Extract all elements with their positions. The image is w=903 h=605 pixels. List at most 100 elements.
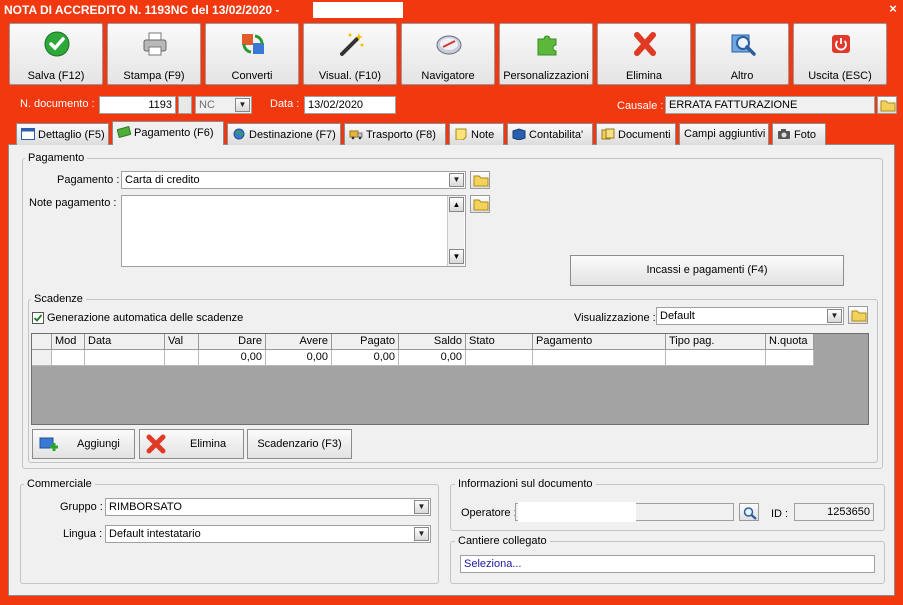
scroll-down-icon[interactable]: ▼: [449, 249, 464, 264]
navigatore-button[interactable]: Navigatore: [401, 23, 495, 85]
id-label: ID :: [771, 508, 789, 520]
note-pagamento-textarea[interactable]: [121, 195, 466, 267]
aggiungi-button[interactable]: Aggiungi: [32, 429, 135, 459]
row-indicator[interactable]: [32, 350, 52, 366]
grid-cell[interactable]: [165, 350, 199, 366]
tab-contabilita[interactable]: Contabilita': [507, 123, 593, 145]
tab-dettaglio[interactable]: Dettaglio (F5): [16, 123, 109, 145]
note-pagamento-label: Note pagamento :: [29, 197, 117, 209]
suffix-value: NC: [199, 99, 215, 111]
grid-cell[interactable]: [533, 350, 666, 366]
pagamento-folder-button[interactable]: [470, 171, 490, 189]
checkmark-icon: [33, 314, 43, 322]
grid-cell[interactable]: 0,00: [266, 350, 332, 366]
grid-cell[interactable]: [766, 350, 814, 366]
col-header[interactable]: Val: [165, 334, 199, 350]
folder-icon: [851, 310, 867, 322]
close-icon[interactable]: ×: [885, 1, 901, 17]
elimina-row-button[interactable]: Elimina: [139, 429, 244, 459]
operatore-search-button[interactable]: [739, 503, 759, 521]
scadenze-grid[interactable]: Mod Data Val Dare Avere Pagato Saldo Sta…: [31, 333, 869, 425]
tab-documenti[interactable]: Documenti: [596, 123, 676, 145]
suffix-select[interactable]: NC ▼: [195, 96, 252, 114]
chevron-down-icon: ▼: [235, 98, 250, 112]
stampa-label: Stampa (F9): [123, 70, 185, 82]
tab-note-label: Note: [471, 129, 495, 141]
note-icon: [455, 128, 467, 140]
data-input[interactable]: 13/02/2020: [304, 96, 396, 114]
book-icon: [512, 128, 526, 140]
col-header[interactable]: Pagamento: [533, 334, 666, 350]
lingua-select[interactable]: Default intestatario ▼: [105, 525, 431, 543]
note-folder-button[interactable]: [470, 195, 490, 213]
grid-cell[interactable]: [85, 350, 165, 366]
scroll-up-icon[interactable]: ▲: [449, 197, 464, 212]
scadenzario-button[interactable]: Scadenzario (F3): [247, 429, 352, 459]
grid-cell[interactable]: 0,00: [199, 350, 266, 366]
col-header[interactable]: Tipo pag.: [666, 334, 766, 350]
globe-icon: [233, 128, 245, 140]
tab-campi-aggiuntivi[interactable]: Campi aggiuntivi: [679, 123, 769, 145]
col-header[interactable]: Saldo: [399, 334, 466, 350]
grid-cell[interactable]: [666, 350, 766, 366]
tab-pagamento[interactable]: Pagamento (F6): [112, 121, 224, 145]
grid-cell[interactable]: [466, 350, 533, 366]
converti-button[interactable]: Converti: [205, 23, 299, 85]
window-title: NOTA DI ACCREDITO N. 1193NC del 13/02/20…: [4, 3, 280, 17]
tab-note[interactable]: Note: [449, 123, 504, 145]
gruppo-label: Gruppo :: [60, 501, 103, 513]
visual-label: Visual. (F10): [318, 70, 382, 82]
stampa-button[interactable]: Stampa (F9): [107, 23, 201, 85]
documents-icon: [601, 128, 615, 140]
scadenze-group-title: Scadenze: [31, 293, 86, 305]
visual-button[interactable]: Visual. (F10): [303, 23, 397, 85]
camera-icon: [778, 129, 790, 139]
grid-cell[interactable]: 0,00: [332, 350, 399, 366]
folder-icon: [473, 199, 489, 211]
col-header[interactable]: N.quota: [766, 334, 814, 350]
title-redacted-area: [313, 2, 403, 18]
id-value: 1253650: [794, 503, 874, 521]
uscita-button[interactable]: Uscita (ESC): [793, 23, 887, 85]
search-icon: [731, 34, 756, 56]
salva-label: Salva (F12): [27, 70, 85, 82]
cantiere-selector[interactable]: Seleziona...: [460, 555, 875, 573]
col-header[interactable]: Dare: [199, 334, 266, 350]
visualizzazione-label: Visualizzazione :: [574, 312, 656, 324]
col-header[interactable]: Pagato: [332, 334, 399, 350]
tab-foto[interactable]: Foto: [772, 123, 826, 145]
tab-contabilita-label: Contabilita': [529, 129, 584, 141]
visualizzazione-folder-button[interactable]: [848, 306, 868, 324]
chevron-down-icon: ▼: [414, 500, 429, 514]
cantiere-group-title: Cantiere collegato: [455, 535, 550, 547]
causale-input[interactable]: ERRATA FATTURAZIONE: [665, 96, 875, 114]
tab-trasporto[interactable]: Trasporto (F8): [344, 123, 446, 145]
grid-cell[interactable]: 0,00: [399, 350, 466, 366]
col-header[interactable]: Stato: [466, 334, 533, 350]
elimina-label: Elimina: [625, 70, 663, 82]
elimina-row-label: Elimina: [190, 438, 227, 450]
causale-folder-button[interactable]: [877, 96, 897, 114]
elimina-button[interactable]: Elimina: [597, 23, 691, 85]
personalizzazioni-button[interactable]: Personalizzazioni: [499, 23, 593, 85]
auto-scadenze-checkbox[interactable]: [32, 312, 44, 324]
altro-button[interactable]: Altro: [695, 23, 789, 85]
puzzle-icon: [537, 35, 557, 56]
ndoc-input[interactable]: 1193: [99, 96, 176, 114]
note-scrollbar[interactable]: ▲ ▼: [447, 196, 464, 266]
grid-icon: [21, 128, 35, 140]
col-header[interactable]: Data: [85, 334, 165, 350]
grid-cell[interactable]: [52, 350, 85, 366]
col-header[interactable]: Avere: [266, 334, 332, 350]
personalizzazioni-label: Personalizzazioni: [503, 70, 589, 82]
visualizzazione-select[interactable]: Default ▼: [656, 307, 844, 325]
tab-destinazione[interactable]: Destinazione (F7): [227, 123, 341, 145]
col-header[interactable]: Mod: [52, 334, 85, 350]
gruppo-select[interactable]: RIMBORSATO ▼: [105, 498, 431, 516]
salva-button[interactable]: Salva (F12): [9, 23, 103, 85]
pagamento-select[interactable]: Carta di credito ▼: [121, 171, 466, 189]
navigatore-label: Navigatore: [421, 70, 475, 82]
truck-icon: [349, 130, 363, 140]
incassi-pagamenti-button[interactable]: Incassi e pagamenti (F4): [570, 255, 844, 286]
check-icon: [44, 31, 70, 57]
